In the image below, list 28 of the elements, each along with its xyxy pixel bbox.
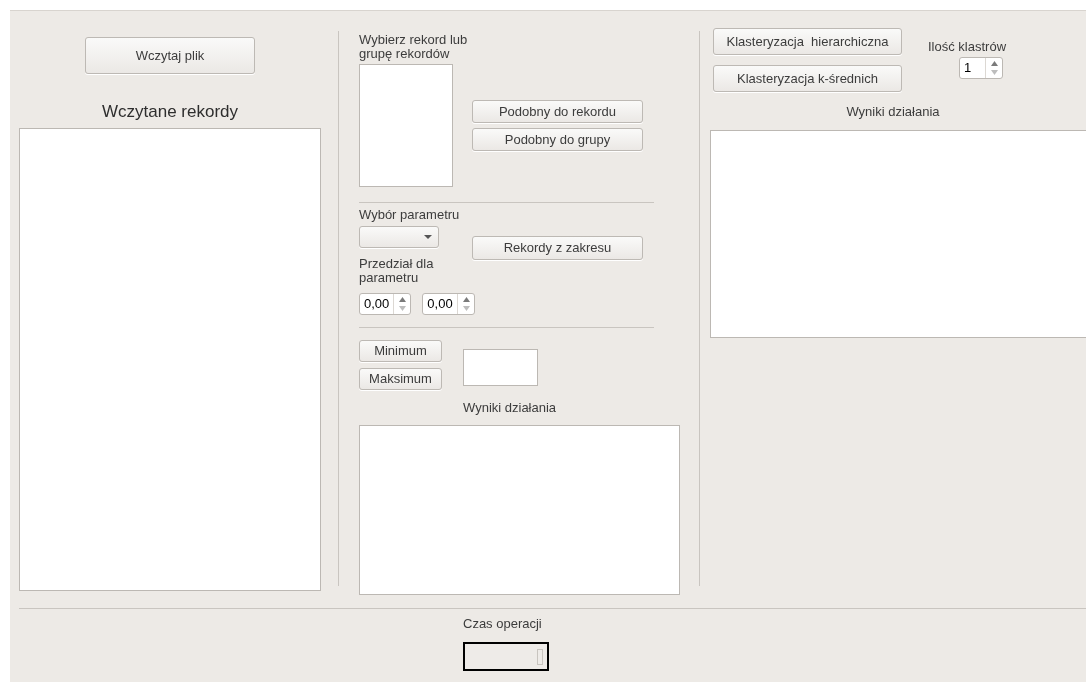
results-label: Wyniki działania xyxy=(463,400,558,416)
cluster-count-label: Ilość klastrów xyxy=(928,39,1007,55)
parameter-label: Wybór parametru xyxy=(359,208,461,222)
parameter-dropdown[interactable] xyxy=(359,226,439,248)
spin-box[interactable]: 0,00 xyxy=(422,293,475,315)
spin-box[interactable]: 1 xyxy=(959,57,1003,79)
clustering-results-area[interactable] xyxy=(710,130,1086,338)
records-list[interactable] xyxy=(19,128,321,591)
range-label: Przedział dla parametru xyxy=(359,257,435,285)
similarity-button[interactable]: Podobny do rekordu xyxy=(472,100,643,123)
spin-arrows-icon[interactable] xyxy=(990,58,999,78)
range-records-button[interactable]: Rekordy z zakresu xyxy=(472,236,643,260)
spin-arrows-icon[interactable] xyxy=(461,294,471,314)
record-select-label: Wybierz rekord lub grupę rekordów xyxy=(359,33,469,61)
load-file-button[interactable]: Wczytaj plik xyxy=(85,37,255,74)
record-list[interactable] xyxy=(359,64,453,187)
loaded-records-title: Wczytane rekordy xyxy=(101,102,238,122)
clustering-button[interactable]: Klasteryzacja hierarchiczna xyxy=(713,28,902,55)
caret-icon xyxy=(424,235,432,239)
extreme-button[interactable]: Minimum xyxy=(359,340,442,362)
results-label: Wyniki działania xyxy=(846,104,940,120)
operation-time-label: Czas operacji xyxy=(463,616,543,632)
extreme-button[interactable]: Maksimum xyxy=(359,368,442,390)
spin-box[interactable]: 0,00 xyxy=(359,293,412,315)
spin-arrows-icon[interactable] xyxy=(398,294,408,314)
results-area[interactable] xyxy=(359,425,680,595)
similarity-button[interactable]: Podobny do grupy xyxy=(472,128,643,151)
clustering-button[interactable]: Klasteryzacja k-średnich xyxy=(713,65,902,92)
